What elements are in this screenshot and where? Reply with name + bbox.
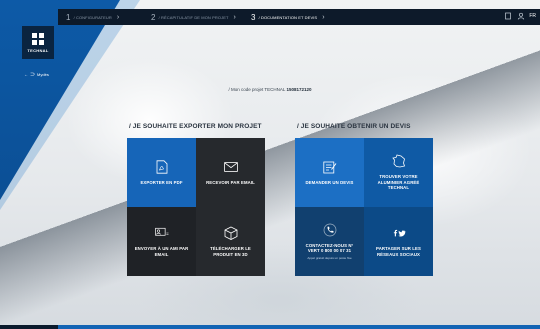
project-code-value: 1508172120 (286, 87, 312, 92)
back-link-label: Mydès (37, 72, 49, 77)
tile-label: Partager sur les réseaux sociaux (376, 246, 421, 257)
logo-text: TECHNAL (27, 47, 49, 53)
tile-label: Envoyer à un ami par email (134, 246, 189, 257)
step-label: / documentation et devis (258, 14, 318, 20)
tile-label: Demander un devis (305, 179, 354, 185)
tile-label: Trouver votre aluminier agréé TECHNAL (377, 174, 420, 191)
technal-logo[interactable]: TECHNAL (22, 26, 54, 59)
quote-tiles-grid: Demander un devis Trouver votre aluminie… (295, 138, 433, 276)
chevron-right-icon: › (116, 13, 120, 21)
back-link[interactable]: ← ⊃ Mydès (24, 71, 49, 78)
step-recapitulatif[interactable]: 2 / récapitulatif de mon projet › (143, 9, 243, 25)
step-number: 2 (151, 12, 156, 22)
bottom-bar (0, 325, 540, 329)
social-icon (392, 226, 406, 240)
france-map-icon (391, 154, 406, 168)
cube-3d-icon (224, 226, 238, 241)
quote-request-icon (322, 160, 337, 174)
step-number: 3 (251, 12, 256, 22)
pdf-icon (155, 160, 169, 174)
step-documentation-devis[interactable]: 3 / documentation et devis › (243, 9, 355, 25)
tile-label: Exporter en PDF (140, 179, 183, 185)
step-label: / récapitulatif de mon projet (158, 14, 229, 20)
share-email-icon (154, 226, 169, 240)
step-label: / configurateur (73, 14, 112, 20)
tile-label: Recevoir par email (206, 179, 255, 185)
project-code-prefix: / Mon code projet TECHNAL (228, 87, 286, 92)
request-quote-button[interactable]: Demander un devis (295, 138, 364, 207)
steps-bar: 1 / configurateur › 2 / récapitulatif de… (58, 9, 540, 25)
project-code: / Mon code projet TECHNAL 1508172120 (0, 87, 540, 92)
back-logo-icon: ⊃ (30, 72, 36, 78)
user-icon[interactable] (516, 12, 525, 21)
phone-icon (323, 223, 337, 237)
step-number: 1 (66, 12, 71, 22)
send-friend-email-button[interactable]: Envoyer à un ami par email (127, 207, 196, 276)
language-selector[interactable]: FR (529, 12, 536, 21)
quote-section-title: / Je souhaite obtenir un devis (297, 123, 411, 130)
chevron-right-icon: › (322, 13, 325, 21)
arrow-left-icon: ← (24, 72, 28, 77)
share-social-button[interactable]: Partager sur les réseaux sociaux (364, 207, 433, 276)
receive-email-button[interactable]: Recevoir par email (196, 138, 265, 207)
chevron-right-icon: › (233, 13, 236, 21)
contact-us-button[interactable]: Contactez-nous N° Vert 0 800 00 07 31 Ap… (295, 207, 364, 276)
topbar-actions: FR (503, 12, 536, 21)
step-configurateur[interactable]: 1 / configurateur › (58, 9, 143, 25)
download-3d-button[interactable]: Télécharger le produit en 3D (196, 207, 265, 276)
tile-label: Contactez-nous N° Vert 0 800 00 07 31 (305, 242, 354, 253)
tile-label: Télécharger le produit en 3D (210, 246, 251, 257)
find-installer-button[interactable]: Trouver votre aluminier agréé TECHNAL (364, 138, 433, 207)
logo-mark-icon (32, 32, 44, 45)
bottom-bar-left (0, 325, 58, 329)
export-tiles-grid: Exporter en PDF Recevoir par email Envoy… (127, 138, 265, 276)
export-section-title: / Je souhaite exporter mon projet (129, 123, 262, 130)
export-pdf-button[interactable]: Exporter en PDF (127, 138, 196, 207)
tile-sublabel: Appel gratuit depuis un poste fixe (307, 256, 352, 261)
envelope-icon (223, 160, 238, 174)
document-icon[interactable] (503, 12, 512, 21)
